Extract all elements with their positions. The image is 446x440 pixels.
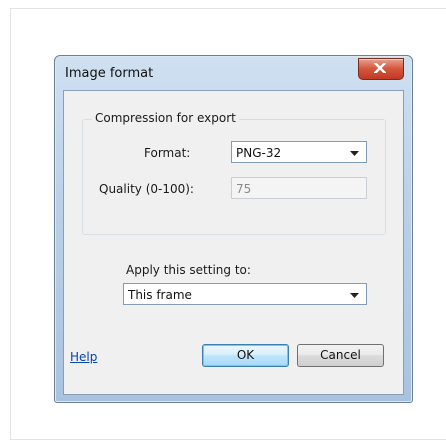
apply-label: Apply this setting to: — [126, 263, 251, 277]
close-icon — [374, 63, 386, 73]
chevron-down-icon — [350, 151, 359, 156]
cancel-button[interactable]: Cancel — [297, 344, 384, 367]
close-button[interactable] — [358, 58, 404, 80]
dialog-body: Compression for export Format: PNG-32 Qu… — [63, 90, 404, 395]
ok-button[interactable]: OK — [202, 344, 289, 367]
image-format-dialog: Image format Compression for export Form… — [54, 55, 413, 403]
help-link[interactable]: Help — [70, 350, 97, 364]
format-label: Format: — [144, 146, 191, 160]
dialog-title: Image format — [65, 66, 154, 81]
format-select[interactable]: PNG-32 — [231, 141, 367, 163]
apply-value: This frame — [128, 288, 192, 302]
quality-label: Quality (0-100): — [99, 182, 194, 196]
apply-select[interactable]: This frame — [123, 283, 367, 305]
chevron-down-icon — [350, 293, 359, 298]
format-value: PNG-32 — [236, 146, 282, 160]
quality-field[interactable]: 75 — [231, 177, 367, 199]
group-title: Compression for export — [92, 111, 239, 125]
quality-value: 75 — [236, 182, 252, 196]
title-bar[interactable]: Image format — [55, 56, 412, 90]
